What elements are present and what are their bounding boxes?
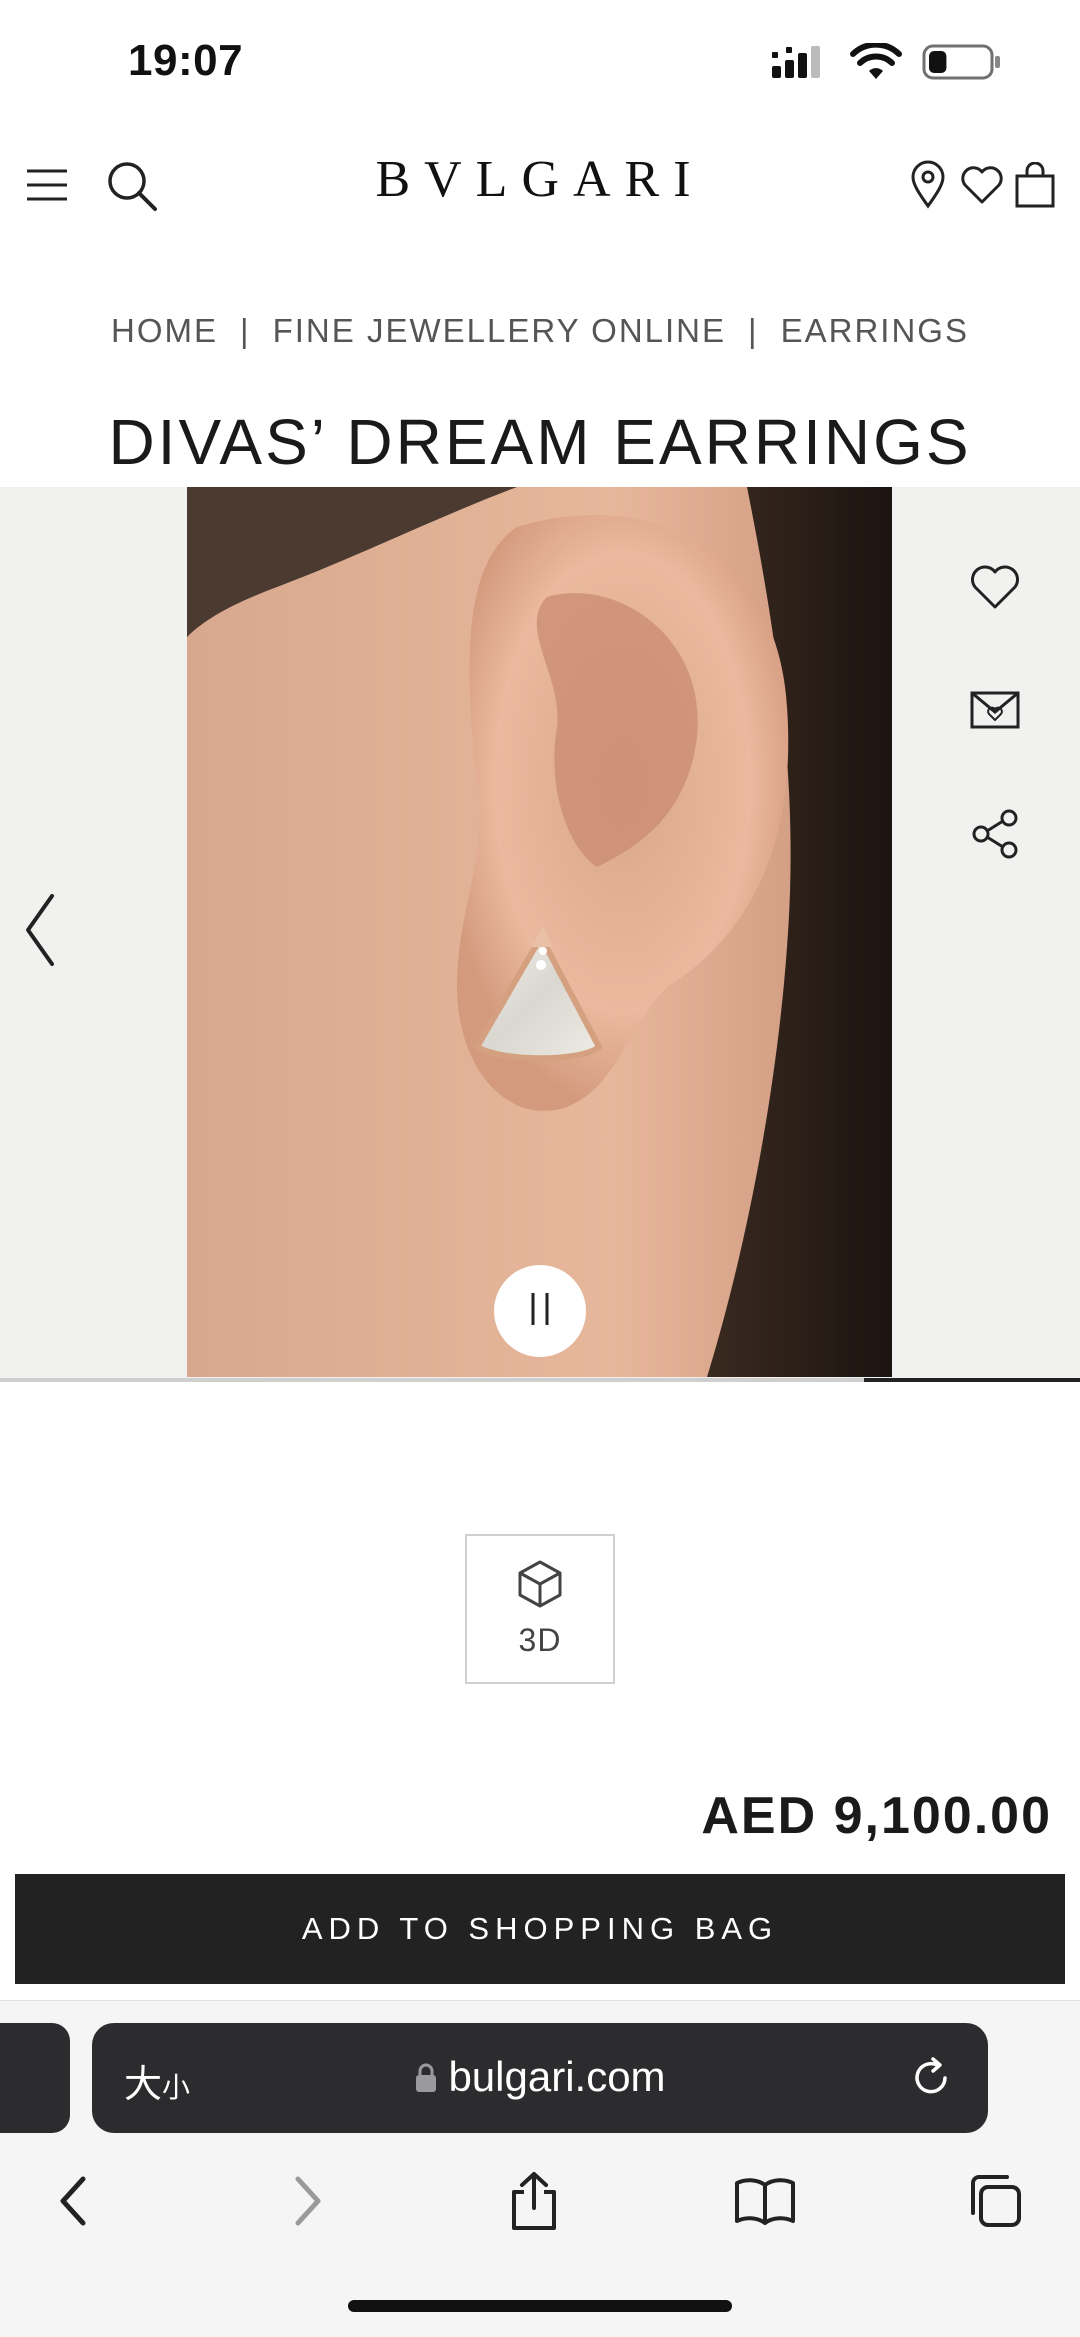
reload-icon[interactable] bbox=[904, 2051, 958, 2105]
breadcrumb-home[interactable]: HOME bbox=[111, 312, 218, 349]
add-to-bag-button[interactable]: ADD TO SHOPPING BAG bbox=[15, 1874, 1065, 1984]
pause-icon bbox=[523, 1289, 557, 1334]
cube-icon bbox=[516, 1559, 564, 1614]
wifi-icon bbox=[850, 41, 902, 86]
previous-tab[interactable] bbox=[0, 2023, 70, 2133]
home-indicator bbox=[348, 2300, 732, 2312]
gallery-prev-button[interactable] bbox=[22, 890, 58, 975]
status-time: 19:07 bbox=[128, 36, 244, 85]
breadcrumb-separator: | bbox=[240, 312, 251, 349]
cellular-signal-icon bbox=[772, 44, 830, 85]
wishlist-icon[interactable] bbox=[960, 552, 1030, 622]
envelope-heart-icon[interactable] bbox=[960, 675, 1030, 745]
tabs-icon[interactable] bbox=[955, 2161, 1035, 2241]
battery-icon bbox=[922, 43, 1002, 86]
status-bar: 19:07 bbox=[0, 0, 1080, 120]
share-icon[interactable] bbox=[960, 799, 1030, 869]
gallery-progress-bar bbox=[0, 1378, 1080, 1382]
breadcrumb-earrings[interactable]: EARRINGS bbox=[781, 312, 969, 349]
bookmarks-icon[interactable] bbox=[725, 2161, 805, 2241]
address-bar[interactable]: 大小 bulgari.com bbox=[92, 2023, 988, 2133]
lock-icon bbox=[414, 2056, 438, 2104]
page-title: DIVAS’ DREAM EARRINGS bbox=[108, 406, 972, 478]
back-icon[interactable] bbox=[33, 2161, 113, 2241]
breadcrumb-separator: | bbox=[748, 312, 759, 349]
site-header: BVLGARI bbox=[0, 140, 1080, 230]
share-icon[interactable] bbox=[494, 2161, 574, 2241]
breadcrumb: HOME | FINE JEWELLERY ONLINE | EARRINGS bbox=[0, 312, 1080, 350]
forward-icon[interactable] bbox=[268, 2161, 348, 2241]
status-icons bbox=[772, 40, 1002, 88]
product-price: AED 9,100.00 bbox=[701, 1787, 1052, 1845]
location-icon[interactable] bbox=[897, 154, 959, 216]
gallery-progress-indicator bbox=[864, 1378, 1080, 1382]
bag-icon[interactable] bbox=[1004, 154, 1066, 216]
view-3d-button[interactable]: 3D bbox=[465, 1534, 615, 1684]
view-3d-label: 3D bbox=[518, 1622, 562, 1658]
product-photo[interactable] bbox=[187, 487, 892, 1377]
pause-button[interactable] bbox=[494, 1265, 586, 1357]
browser-toolbar: 大小 bulgari.com bbox=[0, 2000, 1080, 2337]
url-text: bulgari.com bbox=[448, 2053, 666, 2100]
url-display[interactable]: bulgari.com bbox=[92, 2053, 988, 2104]
product-gallery bbox=[0, 487, 1080, 1380]
breadcrumb-fine-jewellery[interactable]: FINE JEWELLERY ONLINE bbox=[273, 312, 726, 349]
